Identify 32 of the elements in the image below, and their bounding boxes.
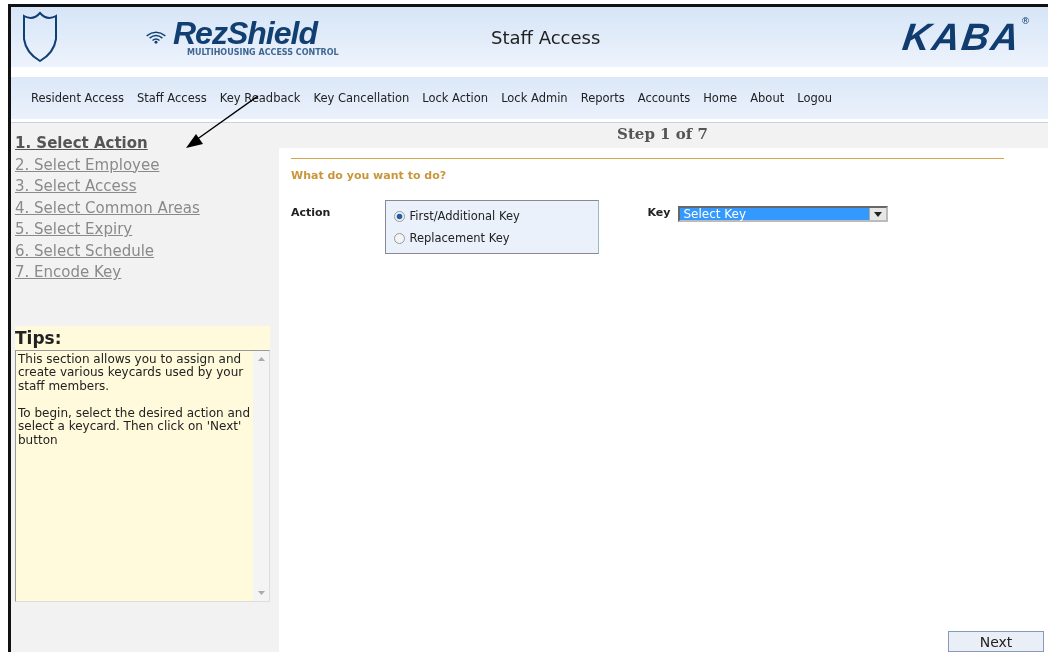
- step-indicator: Step 1 of 7: [616, 124, 709, 145]
- field-label: Key: [647, 206, 671, 219]
- tips-text: This section allows you to assign and create various keycards used by your staff members. To begin, select the desired action and select a keycard. Then click on 'Next' button: [17, 350, 251, 449]
- nav-link[interactable]: About: [750, 91, 785, 105]
- nav-link[interactable]: Home: [703, 91, 738, 105]
- nav-link[interactable]: Key Readback: [219, 91, 301, 105]
- radio-button[interactable]: [394, 232, 406, 244]
- nav-link[interactable]: Reports: [580, 91, 625, 105]
- dropdown-arrow-icon[interactable]: [874, 211, 883, 217]
- nav-link[interactable]: Lock Action: [422, 91, 489, 105]
- logo: RezShield: [173, 17, 317, 48]
- nav-link[interactable]: Accounts: [637, 91, 691, 105]
- radio-option[interactable]: First/Additional Key: [394, 209, 599, 223]
- step-link[interactable]: 1. Select Action: [11, 133, 277, 155]
- radio-button[interactable]: [394, 210, 406, 222]
- registered-mark: ®: [1021, 15, 1030, 26]
- nav-link[interactable]: Resident Access: [31, 91, 124, 105]
- logo-tagline: MULTIHOUSING ACCESS CONTROL: [187, 47, 339, 57]
- next-button[interactable]: Next: [948, 631, 1044, 652]
- shield-icon: [21, 11, 59, 63]
- nav-link[interactable]: Staff Access: [136, 91, 207, 105]
- scroll-up-icon[interactable]: [257, 356, 265, 361]
- question-heading: What do you want to do?: [291, 158, 1004, 182]
- tips-title: Tips:: [15, 326, 63, 350]
- page-title: Staff Access: [491, 26, 602, 48]
- nav-link[interactable]: Key Cancellation: [313, 91, 410, 105]
- wifi-icon: [143, 30, 169, 44]
- radio-option[interactable]: Replacement Key: [394, 231, 599, 245]
- scroll-down-icon[interactable]: [257, 590, 265, 595]
- nav-link[interactable]: Logou: [797, 91, 833, 105]
- nav-link[interactable]: Lock Admin: [501, 91, 568, 105]
- field-label: Action: [291, 206, 331, 221]
